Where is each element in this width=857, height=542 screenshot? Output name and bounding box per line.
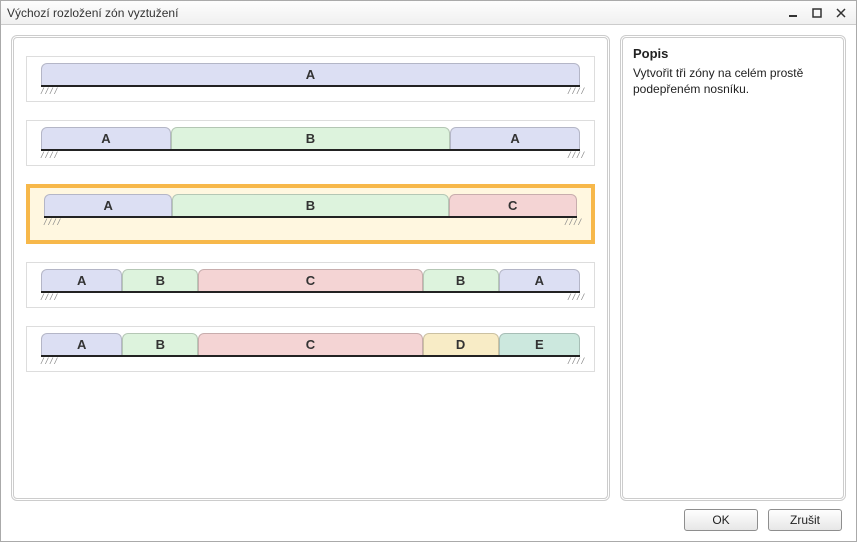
zone-segment: B xyxy=(171,127,450,149)
description-heading: Popis xyxy=(633,46,833,61)
maximize-icon[interactable] xyxy=(808,5,826,21)
zone-segment: B xyxy=(122,333,198,355)
layout-option[interactable]: ABA//////// xyxy=(26,120,595,166)
zone-row: ABA//////// xyxy=(41,127,580,151)
cancel-button[interactable]: Zrušit xyxy=(768,509,842,531)
support-right-icon: //// xyxy=(568,356,586,366)
dialog-buttons: OK Zrušit xyxy=(11,509,846,531)
zone-row: ABC//////// xyxy=(44,194,577,218)
zone-segment: A xyxy=(41,269,122,291)
zone-segment: A xyxy=(499,269,580,291)
zone-segment: B xyxy=(172,194,448,216)
zone-segment: D xyxy=(423,333,499,355)
zone-segment: C xyxy=(198,333,422,355)
zone-segment: B xyxy=(122,269,198,291)
zone-segment: C xyxy=(449,194,577,216)
zone-row: ABCDE//////// xyxy=(41,333,580,357)
zone-segment: A xyxy=(450,127,580,149)
layout-option[interactable]: A//// //// xyxy=(26,56,595,102)
layout-option[interactable]: ABCDE//////// xyxy=(26,326,595,372)
description-panel: Popis Vytvořit tři zóny na celém prostě … xyxy=(620,35,846,501)
support-left-icon: //// xyxy=(44,217,62,227)
minimize-icon[interactable] xyxy=(784,5,802,21)
close-icon[interactable] xyxy=(832,5,850,21)
zone-segment: A xyxy=(41,63,580,85)
support-right-icon: //// xyxy=(568,150,586,160)
titlebar: Výchozí rozložení zón vyztužení xyxy=(1,1,856,25)
zone-segment: A xyxy=(44,194,172,216)
zone-segment: B xyxy=(423,269,499,291)
support-left-icon: //// xyxy=(41,356,59,366)
support-right-icon: //// xyxy=(565,217,583,227)
window-controls xyxy=(784,5,850,21)
zone-segment: E xyxy=(499,333,580,355)
support-left-icon: //// xyxy=(41,150,59,160)
support-left-icon: //// xyxy=(41,86,59,96)
main-row: A////////ABA////////ABC////////ABCBA////… xyxy=(11,35,846,501)
support-right-icon: //// xyxy=(568,86,586,96)
zone-segment: C xyxy=(198,269,422,291)
zone-row: ABCBA//////// xyxy=(41,269,580,293)
zone-row: A//////// xyxy=(41,63,580,87)
content-area: A////////ABA////////ABC////////ABCBA////… xyxy=(1,25,856,541)
zone-segment: A xyxy=(41,333,122,355)
window-title: Výchozí rozložení zón vyztužení xyxy=(7,6,784,20)
support-left-icon: //// xyxy=(41,292,59,302)
ok-button[interactable]: OK xyxy=(684,509,758,531)
layout-option[interactable]: ABC//////// xyxy=(26,184,595,244)
description-text: Vytvořit tři zóny na celém prostě podepř… xyxy=(633,65,833,97)
zone-segment: A xyxy=(41,127,171,149)
layout-option[interactable]: ABCBA//////// xyxy=(26,262,595,308)
support-right-icon: //// xyxy=(568,292,586,302)
layouts-panel: A////////ABA////////ABC////////ABCBA////… xyxy=(11,35,610,501)
